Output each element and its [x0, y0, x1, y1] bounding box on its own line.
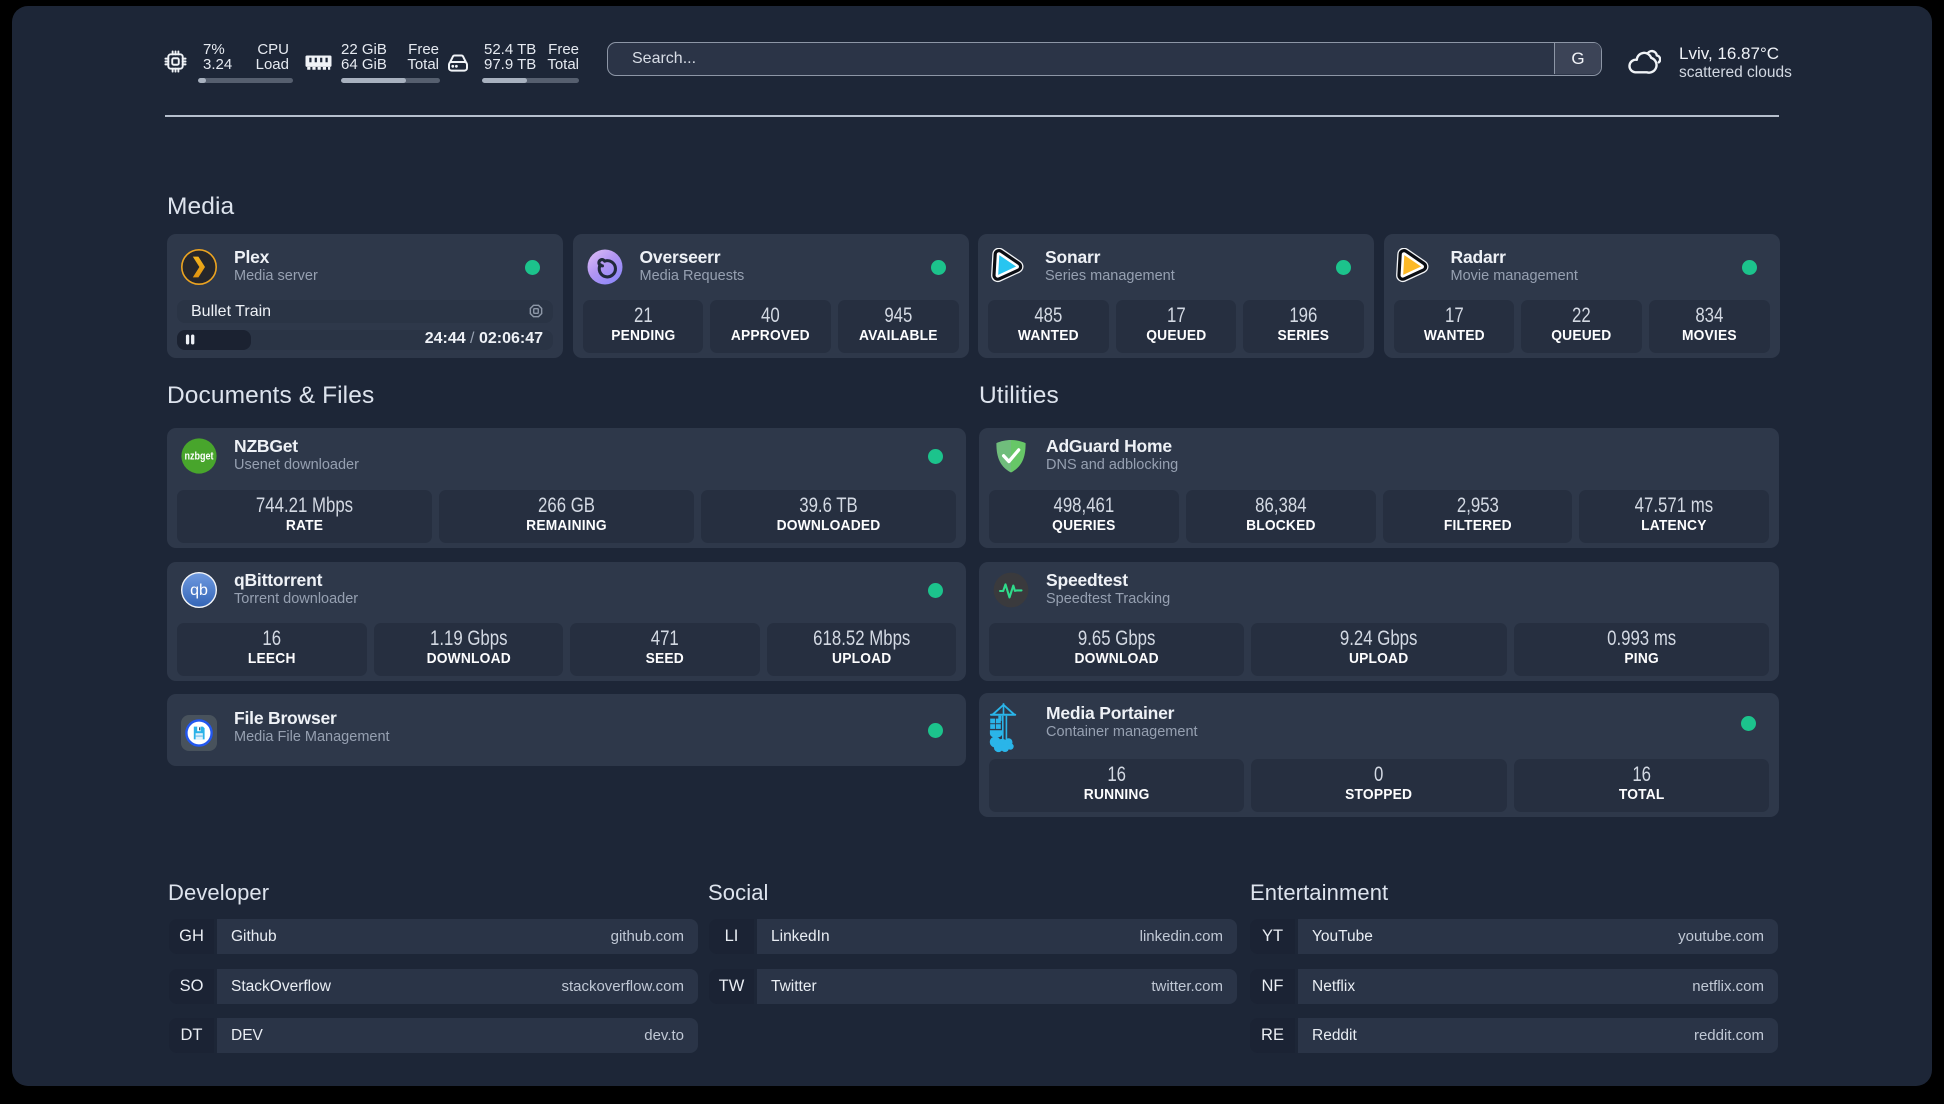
- svg-text:qb: qb: [190, 582, 208, 599]
- svg-text:nzbget: nzbget: [185, 451, 214, 463]
